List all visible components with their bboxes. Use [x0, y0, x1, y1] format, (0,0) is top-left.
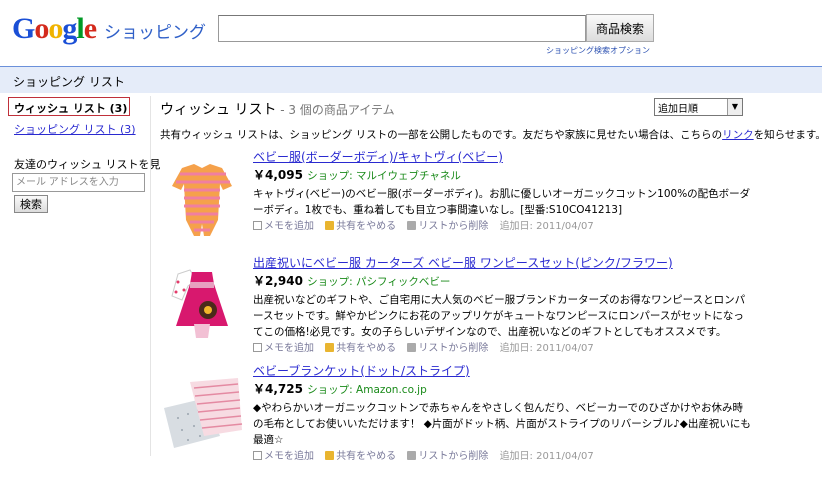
product-image-dress-set[interactable] [160, 260, 245, 345]
trash-icon [407, 343, 417, 352]
item-body: ベビー服(ボーダーボディ)/キャトヴィ(ベビー) ￥4,095 ショップ: マル… [253, 150, 813, 234]
share-desc-text: 共有ウィッシュ リストは、ショッピング リストの一部を公開したものです。友だちや… [160, 129, 723, 141]
added-date: 追加日: 2011/04/07 [499, 451, 594, 462]
item-body: 出産祝いにベビー服 カーターズ ベビー服 ワンピースセット(ピンク/フラワー) … [253, 256, 813, 356]
friend-search-button[interactable]: 検索 [14, 195, 48, 213]
section-title: ショッピング リスト [13, 75, 125, 89]
item-price: ￥2,940 ショップ: パシフィックベビー [253, 274, 813, 290]
sort-select-value: 追加日順 [658, 104, 698, 115]
logo-subtitle: ショッピング [104, 23, 206, 43]
section-bar: ショッピング リスト [0, 66, 822, 93]
search-input[interactable] [218, 15, 586, 42]
page-title: ウィッシュ リスト - 3 個の商品アイテム [160, 99, 395, 119]
item-actions: メモを追加 共有をやめる リストから削除 追加日: 2011/04/07 [253, 220, 813, 234]
logo-letter: l [76, 12, 84, 45]
item-description: ◆やわらかいオーガニックコットンで赤ちゃんをやさしく包んだり、ベビーカーでのひざ… [253, 402, 751, 446]
item-count: - 3 個の商品アイテム [276, 103, 395, 117]
add-memo-button[interactable]: メモを追加 [253, 221, 314, 232]
remove-from-list-button[interactable]: リストから削除 [407, 221, 488, 232]
trash-icon [407, 221, 417, 230]
item-actions: メモを追加 共有をやめる リストから削除 追加日: 2011/04/07 [253, 450, 813, 464]
item-body: ベビーブランケット(ドット/ストライプ) ￥4,725 ショップ: Amazon… [253, 364, 813, 464]
item-price: ￥4,725 ショップ: Amazon.co.jp [253, 382, 813, 398]
item-title-link[interactable]: 出産祝いにベビー服 カーターズ ベビー服 ワンピースセット(ピンク/フラワー) [253, 256, 813, 271]
search-options-link[interactable]: ショッピング検索オプション [546, 45, 650, 56]
remove-label: リストから削除 [418, 451, 489, 462]
logo-letter: G [12, 12, 35, 45]
added-date: 追加日: 2011/04/07 [499, 221, 594, 232]
email-field[interactable] [12, 173, 145, 192]
stop-sharing-button[interactable]: 共有をやめる [325, 221, 396, 232]
chevron-down-icon[interactable]: ▼ [727, 99, 742, 115]
item-description: 出産祝いなどのギフトや、ご自宅用に大人気のベビー服ブランドカーターズのお得なワン… [253, 294, 746, 338]
sidebar-divider [150, 96, 151, 456]
memo-icon [253, 221, 262, 230]
google-logo[interactable]: Google [12, 12, 97, 45]
stop-sharing-button[interactable]: 共有をやめる [325, 343, 396, 354]
remove-label: リストから削除 [418, 343, 489, 354]
product-image-bodysuit[interactable] [160, 158, 245, 243]
page-title-text: ウィッシュ リスト [160, 102, 277, 118]
memo-icon [253, 343, 262, 352]
price-value: ￥4,725 [253, 382, 303, 396]
sidebar-item-wishlist[interactable]: ウィッシュ リスト (3) [8, 97, 130, 116]
product-search-button[interactable]: 商品検索 [586, 14, 654, 42]
item-price: ￥4,095 ショップ: マルイウェブチャネル [253, 168, 813, 184]
item-title-link[interactable]: ベビーブランケット(ドット/ストライプ) [253, 364, 813, 379]
add-memo-button[interactable]: メモを追加 [253, 451, 314, 462]
item-actions: メモを追加 共有をやめる リストから削除 追加日: 2011/04/07 [253, 342, 813, 356]
stop-sharing-label: 共有をやめる [336, 221, 397, 232]
gift-icon [325, 451, 335, 460]
shop-name: ショップ: Amazon.co.jp [307, 384, 427, 396]
add-memo-button[interactable]: メモを追加 [253, 343, 314, 354]
gift-icon [325, 221, 335, 230]
trash-icon [407, 451, 417, 460]
logo-letter: o [34, 12, 49, 45]
friend-wishlist-label: 友達のウィッシュ リストを見る [14, 158, 172, 171]
shop-name: ショップ: マルイウェブチャネル [307, 170, 461, 182]
sort-select[interactable]: 追加日順 ▼ [654, 98, 743, 116]
share-link[interactable]: リンク [722, 129, 754, 141]
stop-sharing-label: 共有をやめる [336, 343, 397, 354]
item-description: キャトヴィ(ベビー)のベビー服(ボーダーボディ)。お肌に優しいオーガニックコット… [253, 188, 751, 216]
price-value: ￥4,095 [253, 168, 303, 182]
logo-letter: g [62, 12, 77, 45]
remove-label: リストから削除 [418, 221, 489, 232]
memo-icon [253, 451, 262, 460]
stop-sharing-button[interactable]: 共有をやめる [325, 451, 396, 462]
product-image-blanket[interactable] [160, 374, 245, 459]
price-value: ￥2,940 [253, 274, 303, 288]
add-memo-label: メモを追加 [264, 451, 314, 462]
item-title-link[interactable]: ベビー服(ボーダーボディ)/キャトヴィ(ベビー) [253, 150, 813, 165]
share-description: 共有ウィッシュ リストは、ショッピング リストの一部を公開したものです。友だちや… [160, 127, 826, 142]
remove-from-list-button[interactable]: リストから削除 [407, 451, 488, 462]
stop-sharing-label: 共有をやめる [336, 451, 397, 462]
logo-letter: e [83, 12, 97, 45]
remove-from-list-button[interactable]: リストから削除 [407, 343, 488, 354]
logo-letter: o [48, 12, 63, 45]
share-desc-text-end: を知らせます。 [753, 129, 826, 141]
gift-icon [325, 343, 335, 352]
add-memo-label: メモを追加 [264, 343, 314, 354]
add-memo-label: メモを追加 [264, 221, 314, 232]
sidebar-item-shopping-list[interactable]: ショッピング リスト (3) [14, 121, 136, 137]
added-date: 追加日: 2011/04/07 [499, 343, 594, 354]
shop-name: ショップ: パシフィックベビー [307, 276, 451, 288]
